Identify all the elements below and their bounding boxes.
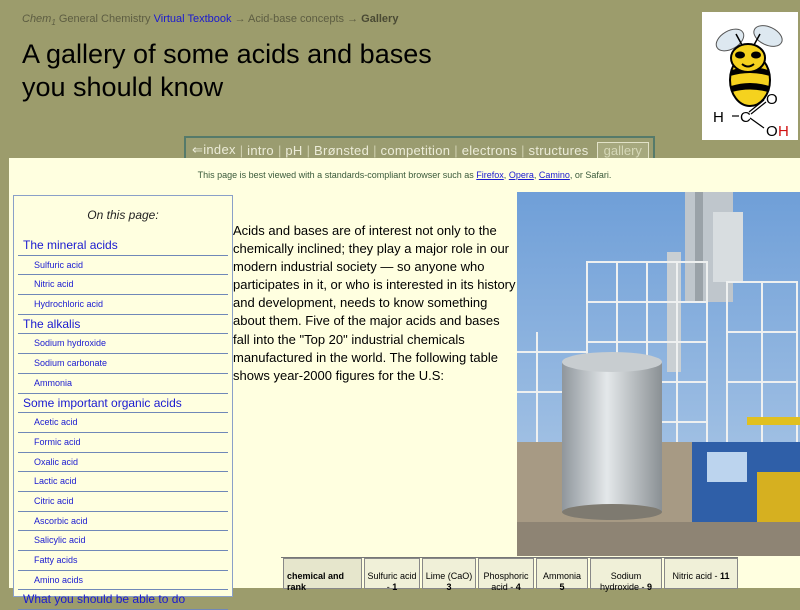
toc-section-link[interactable]: The alkalis: [18, 315, 228, 335]
breadcrumb: Chem1 General Chemistry Virtual Textbook…: [22, 13, 398, 27]
nav-ph[interactable]: pH: [283, 143, 304, 158]
nav-competition[interactable]: competition: [379, 143, 453, 158]
chem1-link[interactable]: Chem1: [22, 13, 56, 27]
intro-paragraph: Acids and bases are of interest not only…: [233, 223, 516, 383]
toc-subsection-link[interactable]: Fatty acids: [18, 551, 228, 571]
svg-text:O: O: [766, 123, 778, 140]
toc-subsection-link[interactable]: Citric acid: [18, 492, 228, 512]
nav-index[interactable]: ⇐index: [190, 142, 238, 158]
svg-text:C: C: [740, 109, 751, 126]
table-cell: Nitric acid - 11: [664, 558, 738, 589]
opera-link[interactable]: Opera: [509, 170, 534, 180]
table-cell: Lime (CaO) 3: [422, 558, 476, 592]
breadcrumb-arrow: →: [347, 13, 359, 25]
toc-subsection-link[interactable]: Sulfuric acid: [18, 256, 228, 276]
nav-structures[interactable]: structures: [527, 143, 591, 158]
top-chemicals-table: chemical and rank Sulfuric acid - 1 Lime…: [281, 557, 738, 592]
table-cell: Sodium hydroxide - 9: [590, 558, 662, 592]
toc-subsection-link[interactable]: Formic acid: [18, 433, 228, 453]
bee-icon: H C O O H: [713, 25, 789, 140]
toc-subsection-link[interactable]: Salicylic acid: [18, 531, 228, 551]
table-cell: Phosphoric acid - 4: [478, 558, 534, 592]
page-title: A gallery of some acids and bases you sh…: [22, 39, 432, 102]
breadcrumb-current: Gallery: [361, 13, 399, 25]
toc-subsection-link[interactable]: Lactic acid: [18, 472, 228, 492]
acid-base-concepts-link[interactable]: Acid-base concepts: [248, 13, 344, 25]
toc-subsection-link[interactable]: Acetic acid: [18, 413, 228, 433]
toc-subsection-link[interactable]: Hydrochloric acid: [18, 295, 228, 315]
on-this-page-toc: On this page: The mineral acids Sulfuric …: [13, 195, 233, 610]
bee-formic-acid-logo: H C O O H: [702, 12, 798, 140]
nav-bronsted[interactable]: Brønsted: [312, 143, 371, 158]
table-cell: Sulfuric acid - 1: [364, 558, 420, 592]
nav-gallery-current: gallery: [596, 141, 649, 159]
toc-subsection-link[interactable]: Nitric acid: [18, 275, 228, 296]
svg-text:O: O: [766, 91, 778, 108]
general-chemistry-label: General Chemistry: [58, 13, 151, 25]
toc-subsection-link[interactable]: Sodium carbonate: [18, 354, 228, 374]
toc-subsection-link[interactable]: Ascorbic acid: [18, 512, 228, 532]
nav-intro[interactable]: intro: [245, 143, 276, 158]
table-header-cell: chemical and rank: [283, 558, 362, 592]
camino-link[interactable]: Camino: [539, 170, 570, 180]
toc-subsection-link[interactable]: Oxalic acid: [18, 453, 228, 473]
browser-note: This page is best viewed with a standard…: [197, 170, 612, 180]
toc-title: On this page:: [87, 208, 159, 222]
nav-electrons[interactable]: electrons: [460, 143, 519, 158]
toc-section-link[interactable]: Some important organic acids: [18, 394, 228, 414]
chemical-plant-image: [517, 192, 800, 556]
industrial-plant-photo: [517, 192, 800, 556]
svg-text:H: H: [778, 123, 789, 140]
toc-subsection-link[interactable]: Ammonia: [18, 374, 228, 394]
virtual-textbook-link[interactable]: Virtual Textbook: [154, 13, 232, 25]
toc-section-link[interactable]: What you should be able to do: [18, 590, 228, 610]
breadcrumb-arrow: →: [234, 13, 246, 25]
svg-text:H: H: [713, 109, 724, 126]
table-cell: Ammonia 5: [536, 558, 588, 592]
toc-section-link[interactable]: The mineral acids: [18, 236, 228, 256]
firefox-link[interactable]: Firefox: [476, 170, 504, 180]
toc-subsection-link[interactable]: Amino acids: [18, 571, 228, 591]
toc-subsection-link[interactable]: Sodium hydroxide: [18, 334, 228, 355]
